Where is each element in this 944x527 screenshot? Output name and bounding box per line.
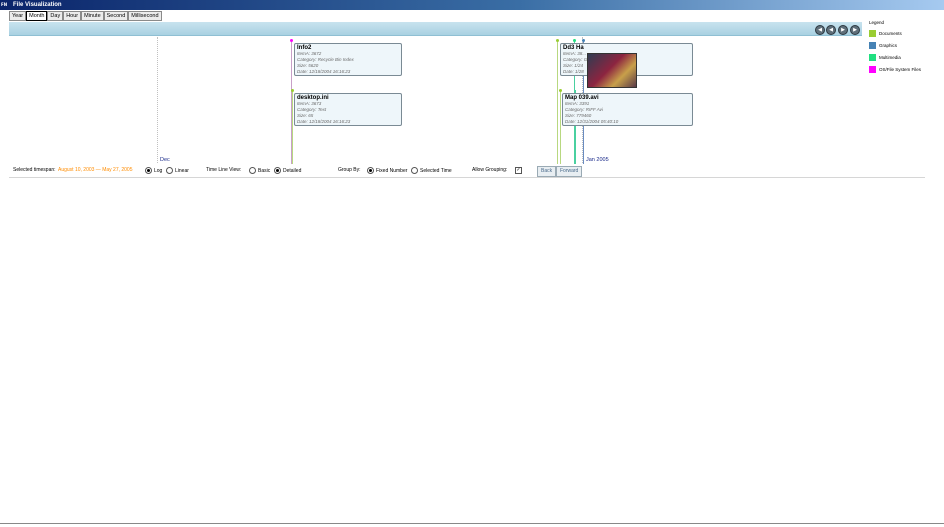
event-dot-document[interactable]: [556, 39, 559, 42]
tab-month[interactable]: Month: [26, 11, 48, 21]
legend-swatch: [869, 65, 876, 73]
radio-icon[interactable]: [411, 167, 418, 174]
view-detailed-label: Detailed: [283, 167, 302, 174]
time-granularity-tabs: Year Month Day Hour Minute Second Millis…: [9, 11, 162, 21]
event-dot-os[interactable]: [290, 39, 293, 42]
legend-swatch: [869, 53, 876, 61]
group-label: Group By:: [338, 167, 361, 173]
back-button[interactable]: Back: [537, 166, 557, 177]
legend-item-documents: Documents: [869, 29, 902, 37]
file-card-detail: Date: 12/18/2004 16:16:23: [297, 69, 351, 74]
event-stem-document: [557, 40, 558, 164]
allow-grouping-label: Allow Grouping:: [472, 167, 508, 173]
image-thumbnail-preview[interactable]: [587, 53, 637, 88]
timespan-value: August 10, 2003 — May 27, 2005: [58, 167, 133, 173]
title-bar: FN File Visualization: [0, 0, 944, 10]
axis-label-dec: Dec: [160, 157, 170, 163]
legend-item-os-files: OS/File System Files: [869, 65, 921, 73]
event-dot-document[interactable]: [559, 89, 562, 92]
legend-label: Graphics: [879, 42, 898, 48]
scale-linear-label: Linear: [175, 167, 189, 174]
bottom-divider: [0, 523, 944, 524]
view-detailed-option[interactable]: Detailed: [274, 167, 301, 174]
view-basic-label: Basic: [258, 167, 271, 174]
radio-icon[interactable]: [274, 167, 281, 174]
first-arrow-icon[interactable]: ◀: [815, 25, 825, 35]
next-arrow-icon[interactable]: ▶: [838, 25, 848, 35]
radio-icon[interactable]: [367, 167, 374, 174]
group-fixed-number-option[interactable]: Fixed Number: [367, 167, 407, 174]
tab-second[interactable]: Second: [103, 11, 129, 21]
tab-millisecond[interactable]: Millisecond: [128, 11, 162, 21]
event-dot-graphics[interactable]: [582, 39, 585, 42]
legend-label: OS/File System Files: [879, 66, 922, 72]
tab-hour[interactable]: Hour: [63, 11, 82, 21]
event-dot-multimedia[interactable]: [573, 39, 576, 42]
checkmark-icon[interactable]: ✓: [515, 167, 522, 174]
radio-icon[interactable]: [166, 167, 173, 174]
window-title: File Visualization: [13, 2, 62, 8]
scale-log-option[interactable]: Log: [145, 167, 162, 174]
allow-grouping-checkbox[interactable]: ✓: [515, 167, 522, 174]
legend-swatch: [869, 29, 876, 37]
divider: [9, 177, 925, 178]
view-label: Time Line View:: [206, 167, 242, 173]
legend-label: Multimedia: [879, 54, 901, 60]
legend-item-graphics: Graphics: [869, 41, 897, 49]
timespan-label: Selected timespan:: [13, 167, 56, 173]
radio-icon[interactable]: [249, 167, 256, 174]
event-dot-document[interactable]: [291, 89, 294, 92]
scale-log-label: Log: [154, 167, 163, 174]
scale-linear-option[interactable]: Linear: [166, 167, 189, 174]
file-card-desktop-ini[interactable]: desktop.ini ItemA: 3673 Category: Text S…: [294, 93, 402, 126]
app-icon: FN: [1, 2, 8, 7]
month-gridline: [157, 37, 158, 163]
tab-minute[interactable]: Minute: [81, 11, 104, 21]
legend-label: Documents: [879, 30, 902, 36]
group-selected-time-label: Selected Time: [420, 167, 452, 174]
event-stem-document: [560, 90, 561, 164]
previous-arrow-icon[interactable]: ◀: [826, 25, 836, 35]
group-selected-time-option[interactable]: Selected Time: [411, 167, 452, 174]
axis-label-jan-2005: Jan 2005: [586, 157, 609, 163]
navigation-band: [9, 22, 862, 36]
legend-title: Legend: [869, 20, 885, 25]
legend-swatch: [869, 41, 876, 49]
file-card-map039-avi[interactable]: Map 039.avi ItemA: 3391 Category: RIFF A…: [562, 93, 693, 126]
last-arrow-icon[interactable]: ▶: [850, 25, 860, 35]
group-fixed-number-label: Fixed Number: [376, 167, 408, 174]
file-card-info2[interactable]: Info2 ItemA: 3672 Category: Recycle Bin …: [294, 43, 402, 76]
radio-icon[interactable]: [145, 167, 152, 174]
legend-item-multimedia: Multimedia: [869, 53, 901, 61]
file-card-detail: Date: 12/18/2004 16:16:23: [297, 119, 351, 124]
event-stem-document: [292, 90, 293, 164]
file-card-detail: Date: 12/31/2004 05:40:10: [565, 119, 619, 124]
tab-day[interactable]: Day: [47, 11, 64, 21]
tab-year[interactable]: Year: [9, 11, 27, 21]
view-basic-option[interactable]: Basic: [249, 167, 270, 174]
forward-button[interactable]: Forward: [556, 166, 583, 177]
